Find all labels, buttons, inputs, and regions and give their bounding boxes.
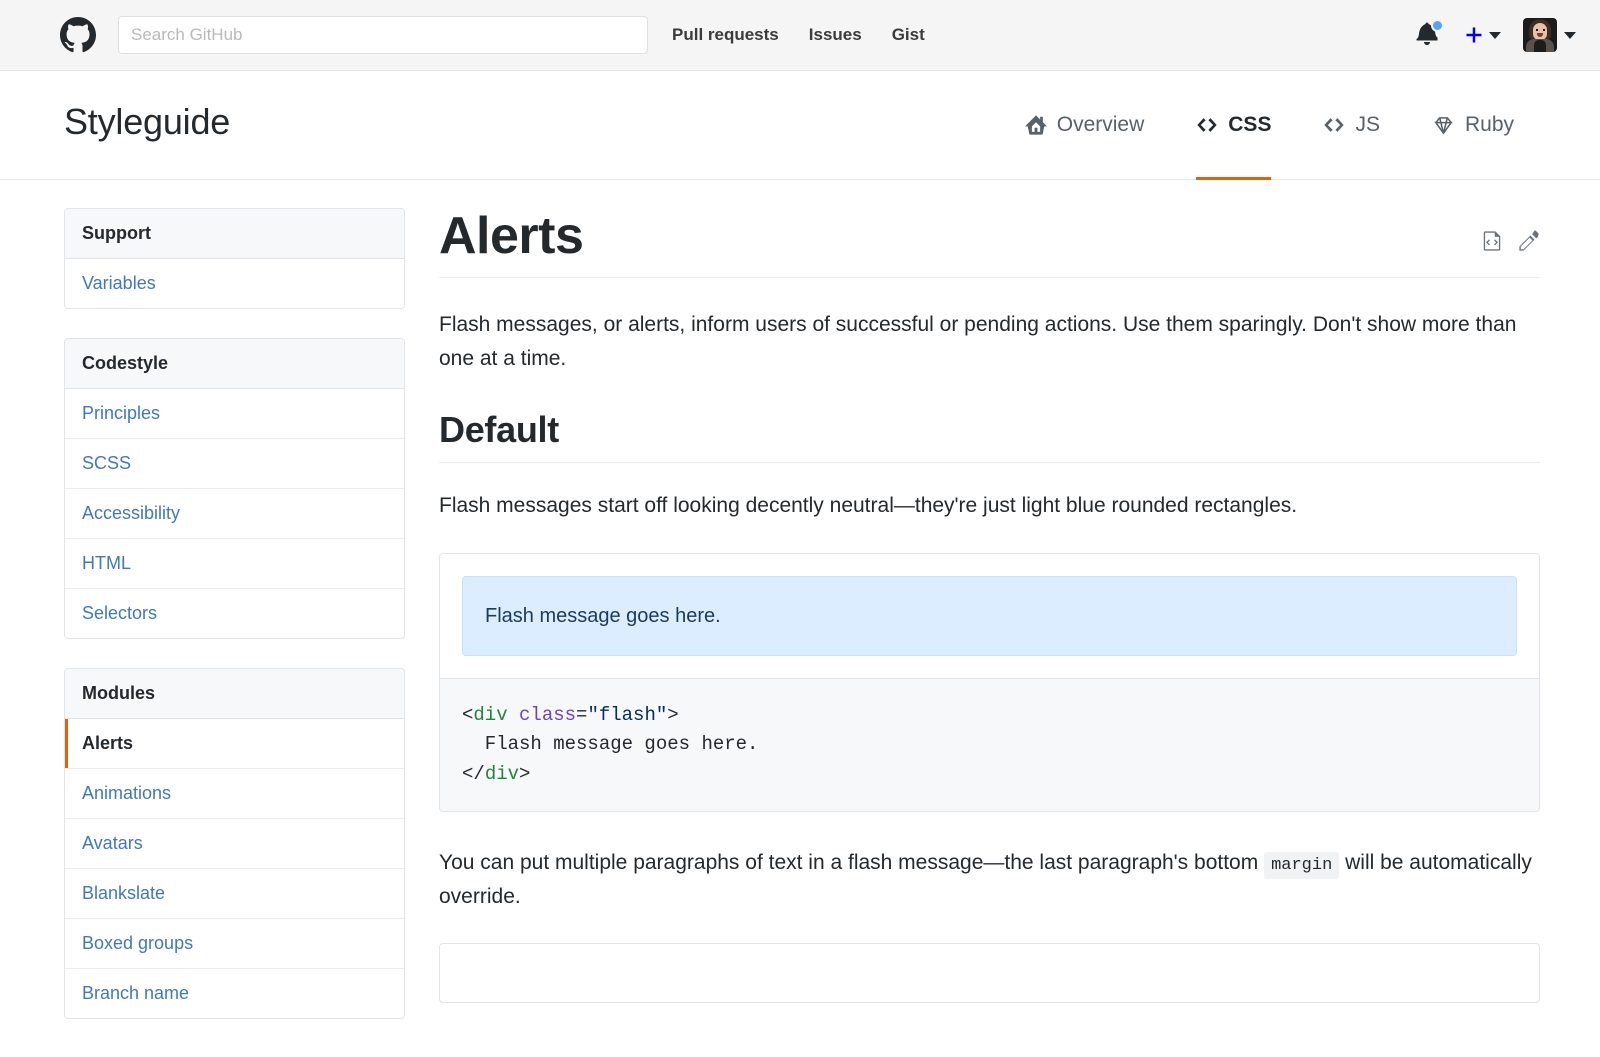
code-token: "flash" [587, 703, 668, 726]
sidebar-item-boxed-groups[interactable]: Boxed groups [65, 919, 404, 969]
section-after-paragraph: You can put multiple paragraphs of text … [439, 846, 1540, 913]
avatar [1523, 18, 1557, 52]
sidebar: Support Variables Codestyle Principles S… [64, 208, 405, 1057]
create-new-menu[interactable] [1464, 25, 1501, 45]
tab-label: Ruby [1464, 113, 1514, 136]
main-content: Alerts Flash messages, or alerts, inform… [435, 207, 1540, 1057]
github-mark-icon[interactable] [60, 17, 96, 53]
global-header: Pull requests Issues Gist [0, 0, 1600, 71]
code-token: > [519, 762, 531, 785]
sidebar-item-scss[interactable]: SCSS [65, 439, 404, 489]
file-code-icon[interactable] [1482, 230, 1502, 252]
sidebar-item-alerts[interactable]: Alerts [65, 719, 404, 769]
sidebar-item-variables[interactable]: Variables [65, 259, 404, 308]
sidebar-item-animations[interactable]: Animations [65, 769, 404, 819]
example-code-block: <div class="flash"> Flash message goes h… [440, 677, 1539, 812]
page-body: Support Variables Codestyle Principles S… [0, 180, 1600, 1057]
search-box[interactable] [118, 16, 648, 54]
code-token: Flash message goes here. [462, 733, 759, 756]
example-box: Flash message goes here. <div class="fla… [439, 552, 1540, 813]
code-token: div [473, 703, 508, 726]
sidebar-item-blankslate[interactable]: Blankslate [65, 869, 404, 919]
sidebar-group-support: Support Variables [64, 208, 405, 309]
tab-overview[interactable]: Overview [999, 71, 1171, 179]
inline-code-margin: margin [1264, 852, 1340, 880]
code-icon [1196, 114, 1218, 136]
doc-title: Alerts [439, 207, 584, 265]
sidebar-group-modules: Modules Alerts Animations Avatars Blanks… [64, 668, 405, 1019]
sidebar-group-codestyle: Codestyle Principles SCSS Accessibility … [64, 338, 405, 639]
bell-icon[interactable] [1416, 19, 1444, 49]
user-menu[interactable] [1523, 18, 1576, 52]
sidebar-group-heading: Modules [65, 669, 404, 719]
page-tabs: Overview CSS JS Ruby [999, 71, 1540, 180]
header-actions [1416, 18, 1576, 52]
tab-label: JS [1355, 113, 1380, 136]
code-token: div [484, 762, 520, 785]
tab-js[interactable]: JS [1297, 71, 1406, 179]
sidebar-item-principles[interactable]: Principles [65, 389, 404, 439]
sidebar-item-avatars[interactable]: Avatars [65, 819, 404, 869]
page-header: Styleguide Overview CSS JS Ruby [0, 71, 1600, 180]
chevron-down-icon [1489, 31, 1501, 39]
doc-actions [1482, 208, 1540, 252]
pencil-icon[interactable] [1518, 230, 1540, 252]
tab-label: CSS [1228, 113, 1272, 136]
header-nav: Pull requests Issues Gist [672, 25, 925, 45]
code-token: < [462, 703, 474, 726]
nav-pull-requests[interactable]: Pull requests [672, 25, 779, 45]
code-token: class [519, 703, 577, 726]
tab-css[interactable]: CSS [1170, 71, 1297, 180]
notification-unread-dot [1431, 19, 1444, 32]
section-heading-default: Default [439, 409, 1540, 464]
ruby-gem-icon [1432, 114, 1455, 137]
sidebar-item-branch-name[interactable]: Branch name [65, 969, 404, 1018]
flash-message: Flash message goes here. [462, 575, 1517, 656]
sidebar-item-selectors[interactable]: Selectors [65, 589, 404, 638]
nav-gist[interactable]: Gist [892, 25, 925, 45]
sidebar-item-accessibility[interactable]: Accessibility [65, 489, 404, 539]
nav-issues[interactable]: Issues [809, 25, 862, 45]
page-title: Styleguide [64, 101, 231, 142]
after-paragraph-before: You can put multiple paragraphs of text … [439, 851, 1265, 875]
sidebar-group-heading: Support [65, 209, 404, 259]
search-input[interactable] [131, 25, 635, 45]
next-example-box [439, 943, 1540, 1004]
tab-label: Overview [1056, 113, 1145, 136]
plus-icon [1464, 25, 1484, 45]
home-icon [1024, 114, 1047, 136]
sidebar-group-heading: Codestyle [65, 339, 404, 389]
example-render: Flash message goes here. [440, 553, 1539, 678]
code-token: </ [462, 762, 485, 785]
doc-intro: Flash messages, or alerts, inform users … [439, 313, 1517, 370]
chevron-down-icon [1564, 31, 1576, 39]
tab-ruby[interactable]: Ruby [1406, 71, 1540, 179]
doc-header: Alerts [439, 207, 1540, 279]
code-token: = [576, 703, 588, 726]
sidebar-item-html[interactable]: HTML [65, 539, 404, 589]
code-token: > [667, 703, 679, 726]
code-icon [1323, 114, 1345, 136]
section-paragraph: Flash messages start off looking decentl… [439, 494, 1298, 518]
